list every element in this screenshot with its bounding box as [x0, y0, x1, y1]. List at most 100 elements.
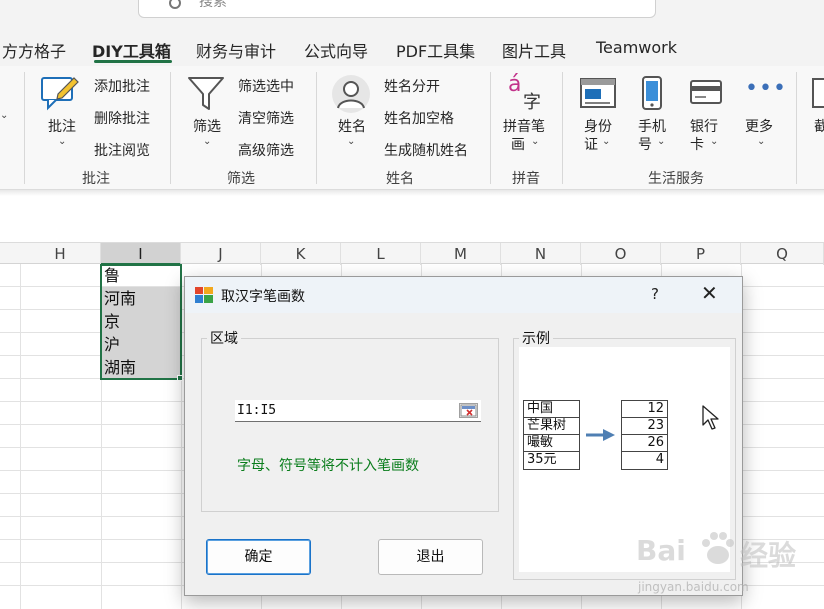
pinyin-icon: á [508, 72, 522, 97]
example-word: 芒果树 [524, 418, 579, 435]
grid-line [20, 264, 21, 609]
id-card-label-1: 身份 [584, 119, 612, 135]
tab-diy-toolbox[interactable]: DIY工具箱 [92, 38, 171, 62]
search-box[interactable]: 搜索 [138, 0, 656, 18]
help-button[interactable]: ? [651, 285, 659, 303]
example-counts-table: 12 23 26 4 [621, 400, 668, 470]
example-word: 嘬敏 [524, 435, 579, 452]
annotation-label: 批注 [48, 119, 76, 135]
ribbon-separator [24, 72, 25, 184]
group-label-filter: 筛选 [227, 171, 255, 187]
tab-pdf-tools[interactable]: PDF工具集 [396, 38, 475, 62]
region-group-label: 区域 [207, 328, 241, 348]
example-count: 23 [622, 418, 667, 435]
group-label-name: 姓名 [386, 171, 414, 187]
watermark-brand: Bai [636, 534, 686, 567]
stroke-count-note: 字母、符号等将不计入笔画数 [237, 458, 419, 474]
more-icon: ••• [745, 76, 787, 101]
ok-button[interactable]: 确定 [206, 539, 311, 575]
delete-comment-button[interactable]: 删除批注 [94, 108, 150, 128]
tab-fangfanggezi[interactable]: 方方格子 [2, 38, 66, 62]
chevron-down-icon: ⌄ [58, 136, 67, 147]
id-card-label-2: 证 [584, 137, 598, 153]
close-button[interactable]: ✕ [701, 281, 718, 305]
example-count: 26 [622, 435, 667, 452]
example-count: 4 [655, 452, 664, 467]
column-header-m[interactable]: M [421, 243, 501, 265]
person-icon [332, 75, 370, 113]
dialog-titlebar[interactable]: 取汉字笔画数 ? ✕ [185, 277, 742, 313]
name-label: 姓名 [338, 119, 366, 135]
ribbon-separator [316, 72, 317, 184]
name-add-space-button[interactable]: 姓名加空格 [384, 108, 454, 128]
id-card-icon [580, 78, 616, 108]
column-header-o[interactable]: O [581, 243, 661, 265]
filter-label: 筛选 [193, 119, 221, 135]
exit-button[interactable]: 退出 [378, 539, 483, 575]
active-tab-underline [94, 60, 172, 63]
mobile-phone-icon [642, 76, 662, 110]
group-label-annotation: 批注 [82, 171, 110, 187]
search-icon [169, 0, 181, 9]
column-header-k[interactable]: K [261, 243, 341, 265]
advanced-filter-button[interactable]: 高级筛选 [238, 140, 294, 160]
title-area: 搜索 [0, 0, 824, 28]
example-group-label: 示例 [519, 328, 553, 348]
ribbon: ⌄ 批注 ⌄ 添加批注 删除批注 批注阅览 批注 筛选 ⌄ 筛选选中 清空筛选 … [0, 66, 824, 190]
range-select-button[interactable] [459, 403, 478, 418]
tab-teamwork[interactable]: Teamwork [596, 38, 677, 57]
tab-finance-audit[interactable]: 财务与审计 [196, 38, 276, 62]
tab-formula-wizard[interactable]: 公式向导 [304, 38, 368, 62]
column-header-j[interactable]: J [181, 243, 261, 265]
example-word: 中国 [524, 401, 579, 418]
example-word: 35元 [527, 452, 557, 467]
phone-label-2: 号 [638, 137, 652, 153]
example-words-table: 中国 芒果树 嘬敏 35元 [523, 400, 580, 470]
comment-edit-icon [41, 77, 79, 111]
column-header-q[interactable]: Q [741, 243, 824, 265]
chevron-down-icon: ⌄ [657, 136, 666, 147]
range-picker-icon [460, 404, 477, 417]
selection-border [100, 264, 182, 380]
column-header-p[interactable]: P [661, 243, 741, 265]
filter-selected-button[interactable]: 筛选选中 [238, 76, 294, 96]
fill-handle[interactable] [177, 375, 183, 381]
clear-filter-button[interactable]: 清空筛选 [238, 108, 294, 128]
group-label-pinyin: 拼音 [512, 171, 540, 187]
column-header-i[interactable]: I [101, 243, 181, 265]
review-comment-button[interactable]: 批注阅览 [94, 140, 150, 160]
next-tool-label: 截 [814, 119, 824, 135]
ribbon-separator [796, 72, 797, 184]
phone-label-1: 手机 [638, 119, 666, 135]
region-group [201, 338, 499, 512]
tab-image-tools[interactable]: 图片工具 [502, 38, 566, 62]
more-label: 更多 [745, 119, 773, 135]
search-placeholder: 搜索 [199, 0, 227, 10]
column-header-n[interactable]: N [501, 243, 581, 265]
app-icon [195, 287, 213, 303]
column-header-h[interactable]: H [20, 243, 101, 265]
chevron-down-icon: ⌄ [203, 136, 212, 147]
ribbon-separator [562, 72, 563, 184]
pinyin-stroke-label-2: 画 [511, 137, 525, 153]
arrow-right-icon [586, 429, 615, 441]
add-comment-button[interactable]: 添加批注 [94, 76, 150, 96]
chevron-down-icon: ⌄ [757, 136, 766, 147]
column-header-l[interactable]: L [341, 243, 421, 265]
character-icon: 字 [523, 92, 541, 113]
bank-card-label-2: 卡 [690, 137, 704, 153]
watermark-brand-2: 经验 [740, 539, 797, 572]
column-headers: H I J K L M N O P Q [0, 242, 824, 265]
ribbon-separator [490, 72, 491, 184]
baidu-watermark: Bai 经验 jingyan.baidu.com [632, 516, 822, 606]
chevron-down-icon: ⌄ [347, 136, 356, 147]
paw-icon [702, 532, 734, 564]
chevron-down-icon: ⌄ [531, 136, 540, 147]
dialog-title: 取汉字笔画数 [221, 289, 305, 305]
split-name-button[interactable]: 姓名分开 [384, 76, 440, 96]
chevron-down-icon: ⌄ [0, 110, 9, 121]
screenshot-icon [812, 78, 824, 108]
range-input[interactable]: I1:I5 [235, 400, 481, 422]
example-count: 12 [622, 401, 667, 418]
random-name-button[interactable]: 生成随机姓名 [384, 140, 468, 160]
